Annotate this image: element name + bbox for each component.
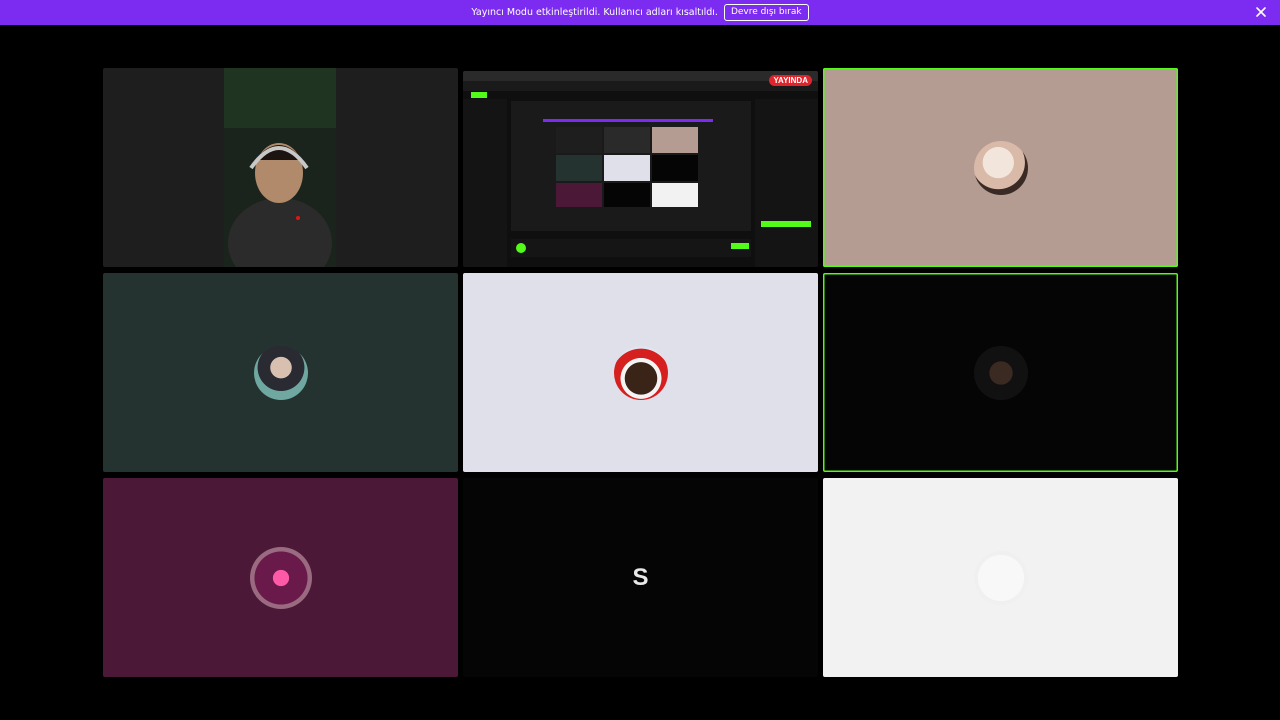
participant-avatar [253, 345, 308, 400]
live-badge: YAYINDA [769, 75, 812, 86]
participant-tile[interactable] [463, 273, 818, 472]
participant-avatar [613, 345, 668, 400]
participant-avatar [973, 550, 1028, 605]
disable-streamer-mode-button[interactable]: Devre dışı bırak [723, 4, 809, 21]
participant-camera-tile[interactable] [103, 68, 458, 267]
camera-video [224, 68, 336, 267]
screen-share-video [463, 71, 818, 267]
close-icon[interactable] [1254, 5, 1268, 19]
participant-tile[interactable] [823, 68, 1178, 267]
streamer-mode-message: Yayıncı Modu etkinleştirildi. Kullanıcı … [471, 7, 718, 18]
participant-avatar [249, 546, 312, 609]
screen-share-tile[interactable]: YAYINDA [463, 71, 818, 267]
participant-tile[interactable]: S [463, 478, 818, 677]
participant-tile[interactable] [823, 478, 1178, 677]
participant-initial: S [632, 563, 649, 591]
participant-avatar [973, 140, 1028, 195]
participant-tile[interactable] [103, 478, 458, 677]
participant-tile[interactable] [823, 273, 1178, 472]
streamer-mode-banner: Yayıncı Modu etkinleştirildi. Kullanıcı … [0, 0, 1280, 25]
participant-avatar [973, 345, 1028, 400]
participant-tile[interactable] [103, 273, 458, 472]
